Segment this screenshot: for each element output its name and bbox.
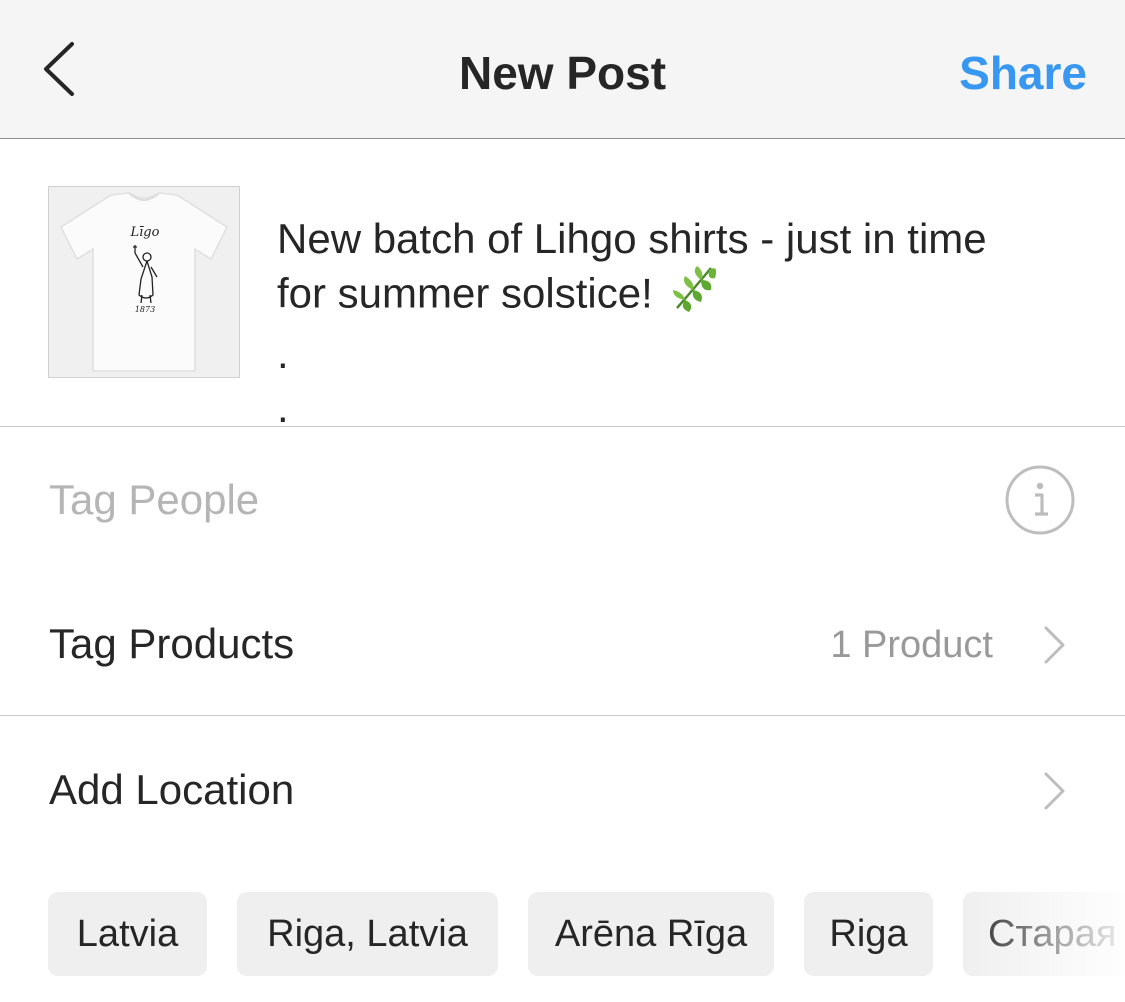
- page-title: New Post: [458, 47, 667, 99]
- caption-input[interactable]: New batch of Lihgo shirts - just in time…: [277, 212, 1097, 427]
- shirt-script-text: Līgo: [130, 225, 160, 240]
- info-icon[interactable]: [1004, 464, 1076, 536]
- location-chip[interactable]: Latvia: [48, 892, 207, 976]
- tshirt-image: Līgo 1873: [49, 187, 239, 377]
- nav-header: New Post Share: [0, 0, 1125, 139]
- post-thumbnail[interactable]: Līgo 1873: [48, 186, 240, 378]
- tag-people-label: Tag People: [49, 476, 260, 523]
- add-location-label: Add Location: [49, 766, 295, 813]
- share-button[interactable]: Share: [959, 44, 1087, 102]
- chevron-right-icon: [1041, 771, 1067, 811]
- tag-products-label: Tag Products: [49, 620, 295, 667]
- shirt-year-text: 1873: [135, 305, 155, 314]
- chevron-right-icon: [1041, 625, 1067, 665]
- caption-line-2-wrap: for summer solstice!: [277, 266, 1097, 327]
- post-composer: Līgo 1873 New batch of Lihgo shirts - ju…: [0, 140, 1125, 427]
- location-chip[interactable]: Riga: [804, 892, 933, 976]
- herb-leaf-icon: [667, 260, 721, 327]
- location-chip[interactable]: Arēna Rīga: [528, 892, 774, 976]
- caption-line-1: New batch of Lihgo shirts - just in time: [277, 215, 987, 262]
- caption-line-2: for summer solstice!: [277, 269, 653, 317]
- caption-line-4: .: [277, 384, 289, 427]
- caption-line-3: .: [277, 330, 289, 377]
- location-chip[interactable]: Старая: [963, 892, 1125, 976]
- location-chip[interactable]: Riga, Latvia: [237, 892, 498, 976]
- location-suggestions: Latvia Riga, Latvia Arēna Rīga Riga Стар…: [0, 892, 1125, 976]
- tag-products-count: 1 Product: [830, 624, 993, 666]
